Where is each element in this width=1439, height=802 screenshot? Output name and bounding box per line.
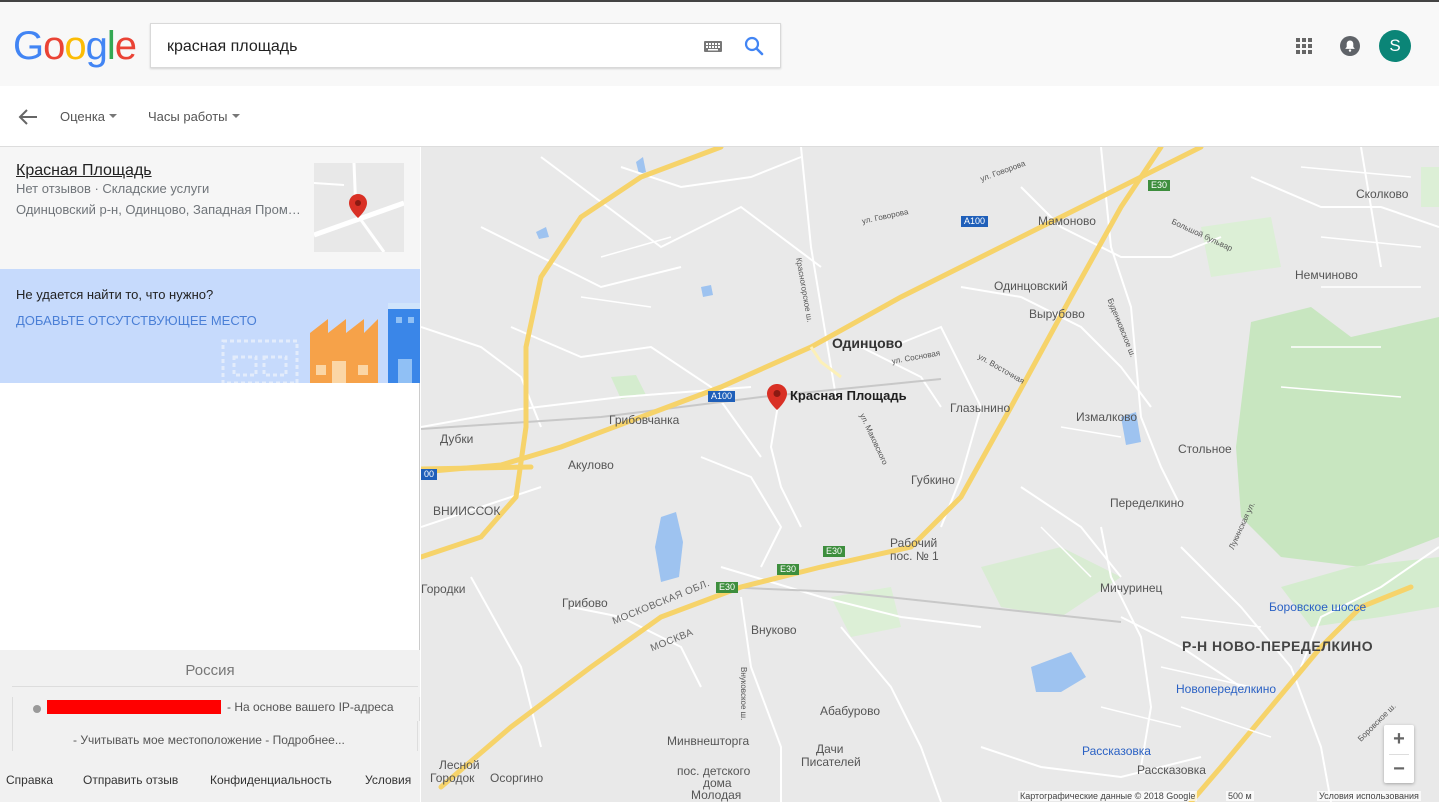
footer-link-terms[interactable]: Условия (365, 773, 411, 787)
metro-label: Боровское шоссе (1269, 600, 1367, 614)
redacted-location (47, 700, 221, 714)
town-label: Губкино (911, 473, 955, 487)
back-arrow-icon[interactable] (17, 108, 39, 126)
attribution-text: Картографические данные © 2018 Google (1018, 791, 1198, 801)
scale-label[interactable]: 500 м (1226, 791, 1254, 801)
result-title[interactable]: Красная Площадь (16, 162, 152, 180)
result-meta: Нет отзывов · Складские услуги (16, 181, 210, 196)
town-label: Измалково (1076, 410, 1138, 424)
logo-letter: o (64, 24, 86, 68)
logo-letter: o (43, 24, 65, 68)
filter-hours-dropdown[interactable]: Часы работы (148, 109, 240, 124)
results-panel: Красная Площадь Нет отзывов · Складские … (0, 147, 420, 802)
map-canvas[interactable]: E30 A100 A100 E30 E30 E30 00 Красная Пло… (421, 147, 1439, 802)
result-thumbnail-map[interactable] (314, 163, 404, 252)
filter-bar: Оценка Часы работы (0, 86, 1439, 147)
town-label: Дубки (440, 432, 474, 446)
user-avatar[interactable]: S (1379, 30, 1411, 62)
map-marker-icon[interactable] (766, 383, 788, 411)
use-location-line: - Учитывать мое местоположение - Подробн… (12, 721, 418, 751)
footer-link-help[interactable]: Справка (6, 773, 53, 787)
town-label: Глазынино (950, 401, 1011, 415)
town-label: Рабочий (890, 536, 938, 550)
town-label: Вырубово (1029, 307, 1085, 321)
town-label: Осоргино (490, 771, 544, 785)
town-label: Лесной (439, 758, 480, 772)
footer-links: Справка Отправить отзыв Конфиденциальнос… (0, 763, 420, 802)
town-label: ВНИИССОК (433, 504, 501, 518)
marker-label[interactable]: Красная Площадь (790, 388, 907, 403)
footer-link-feedback[interactable]: Отправить отзыв (83, 773, 178, 787)
town-label: Минвнешторга (667, 734, 750, 748)
result-card[interactable]: Красная Площадь Нет отзывов · Складские … (0, 147, 420, 269)
location-dot-icon (33, 705, 41, 713)
promo-question: Не удается найти то, что нужно? (16, 287, 214, 302)
town-label: Грибовчанка (609, 413, 680, 427)
terms-link[interactable]: Условия использования (1317, 791, 1421, 801)
zoom-out-button[interactable]: − (1384, 755, 1414, 783)
keyboard-icon[interactable] (704, 41, 722, 52)
town-label: Акулово (568, 458, 614, 472)
filter-rating-label: Оценка (60, 109, 106, 124)
town-label: Мамоново (1038, 214, 1096, 228)
zoom-in-button[interactable]: + (1384, 725, 1414, 753)
logo-letter: G (13, 24, 44, 68)
metro-label: Рассказовка (1082, 744, 1151, 758)
top-bar: Google S (0, 0, 1439, 86)
apps-grid-icon[interactable] (1296, 38, 1312, 54)
ip-location-line: - На основе вашего IP-адреса (12, 697, 420, 721)
road-shield: A100 (708, 391, 736, 402)
search-box (150, 23, 781, 68)
chevron-down-icon (231, 113, 240, 118)
map-attribution: Картографические данные © 2018 Google 50… (421, 790, 1439, 802)
town-label: Одинцово (832, 335, 903, 351)
town-label: Одинцовский (994, 279, 1068, 293)
chevron-down-icon (109, 113, 118, 118)
road-shield: A100 (961, 216, 989, 227)
road-shield: E30 (716, 582, 739, 593)
town-label: Мичуринец (1100, 581, 1163, 595)
google-logo[interactable]: Google (13, 24, 137, 69)
town-label: Внуково (751, 623, 797, 637)
town-label: Немчиново (1295, 268, 1358, 282)
town-label: Сколково (1356, 187, 1409, 201)
road-shield: E30 (823, 546, 846, 557)
country-label: Россия (185, 662, 235, 679)
town-label: Дачи (816, 742, 844, 756)
town-label: Городки (421, 582, 466, 596)
search-icon[interactable] (743, 35, 765, 57)
district-label: Р-Н НОВО-ПЕРЕДЕЛКИНО (1182, 638, 1374, 654)
road-shield: E30 (1148, 180, 1171, 191)
town-label: пос. № 1 (890, 549, 939, 563)
search-input[interactable] (165, 34, 689, 60)
metro-label: Новопеределкино (1176, 682, 1277, 696)
town-label: Грибово (562, 596, 608, 610)
town-label: Стольное (1178, 442, 1232, 456)
logo-letter: e (114, 24, 137, 68)
logo-letter: g (85, 24, 108, 68)
location-footer: Россия - На основе вашего IP-адреса - Уч… (0, 650, 420, 802)
road-shield: E30 (777, 564, 800, 575)
town-label: Абабурово (820, 704, 881, 718)
filter-hours-label: Часы работы (148, 109, 228, 124)
town-label: Городок (430, 771, 475, 785)
result-address: Одинцовский р-н, Одинцово, Западная Пром… (16, 202, 301, 217)
street-label: Внуковское ш. (739, 667, 748, 721)
use-location-link[interactable]: - Учитывать мое местоположение - Подробн… (73, 733, 345, 747)
buildings-illustration (221, 303, 420, 383)
divider (12, 686, 418, 687)
zoom-control: + − (1384, 725, 1414, 783)
notifications-bell-icon[interactable] (1340, 36, 1360, 56)
logo-letter: l (106, 24, 116, 68)
filter-rating-dropdown[interactable]: Оценка (60, 109, 118, 124)
town-label: Писателей (801, 755, 861, 769)
ip-location-text: - На основе вашего IP-адреса (227, 700, 394, 714)
town-label: Рассказовка (1137, 763, 1206, 777)
road-shield: 00 (421, 469, 438, 480)
add-missing-place-promo: Не удается найти то, что нужно? ДОБАВЬТЕ… (0, 269, 420, 383)
footer-link-privacy[interactable]: Конфиденциальность (210, 773, 332, 787)
town-label: Переделкино (1110, 496, 1184, 510)
